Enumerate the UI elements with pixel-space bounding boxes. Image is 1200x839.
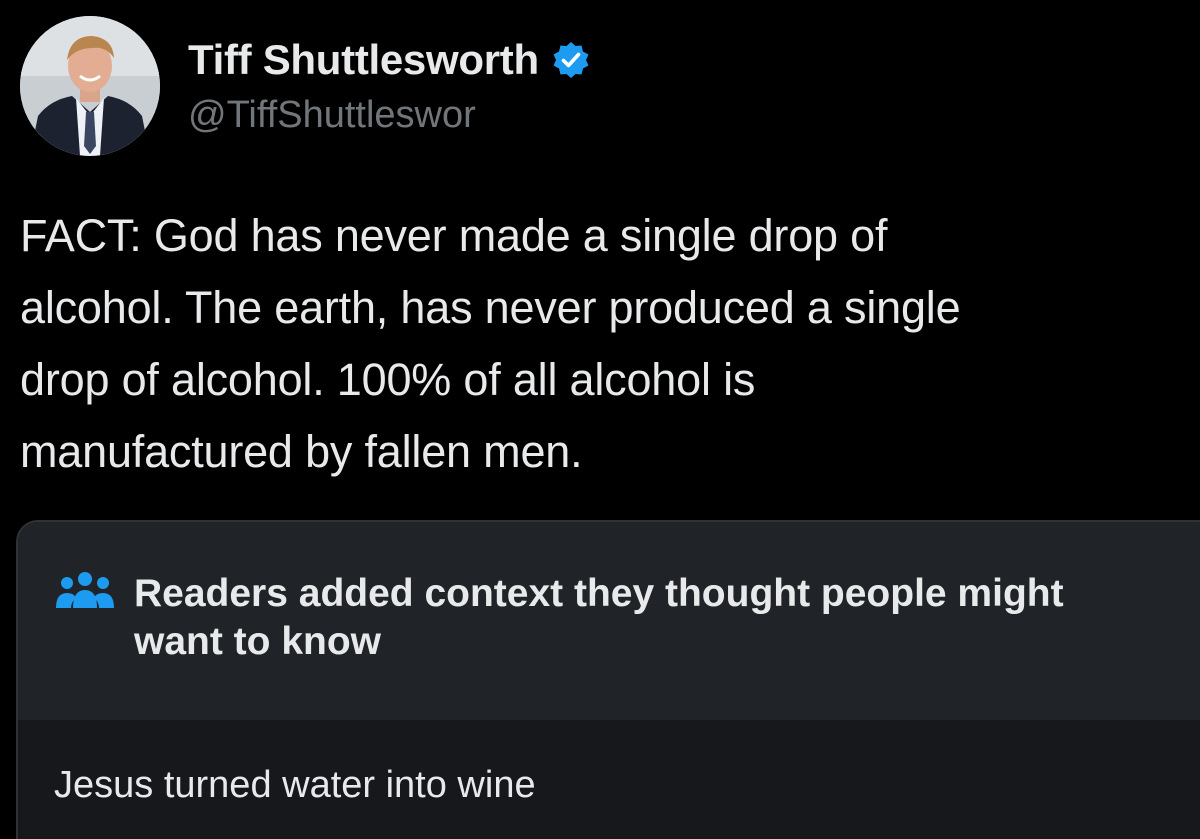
avatar-photo-icon [20,16,160,156]
tweet-text-line: FACT: God has never made a single drop o… [20,210,888,261]
people-group-icon [54,568,116,614]
author-handle[interactable]: @TiffShuttleswor [188,94,476,137]
tweet-text-line: manufactured by fallen men. [20,426,583,477]
author-avatar[interactable] [20,16,160,156]
verified-badge-icon[interactable] [551,40,591,80]
author-display-name[interactable]: Tiff Shuttlesworth [188,36,539,84]
community-note-body: Jesus turned water into wine [54,764,536,806]
community-note-header: Readers added context they thought peopl… [18,522,1200,720]
tweet-text: FACT: God has never made a single drop o… [20,200,1185,488]
tweet-text-line: drop of alcohol. 100% of all alcohol is [20,354,756,405]
community-note-title: Readers added context they thought peopl… [134,572,1064,663]
tweet-card: Tiff Shuttlesworth @TiffShuttleswor FACT… [0,0,1200,839]
tweet-text-line: alcohol. The earth, has never produced a… [20,282,961,333]
author-name-row: Tiff Shuttlesworth [188,34,591,86]
community-note[interactable]: Readers added context they thought peopl… [16,520,1200,839]
